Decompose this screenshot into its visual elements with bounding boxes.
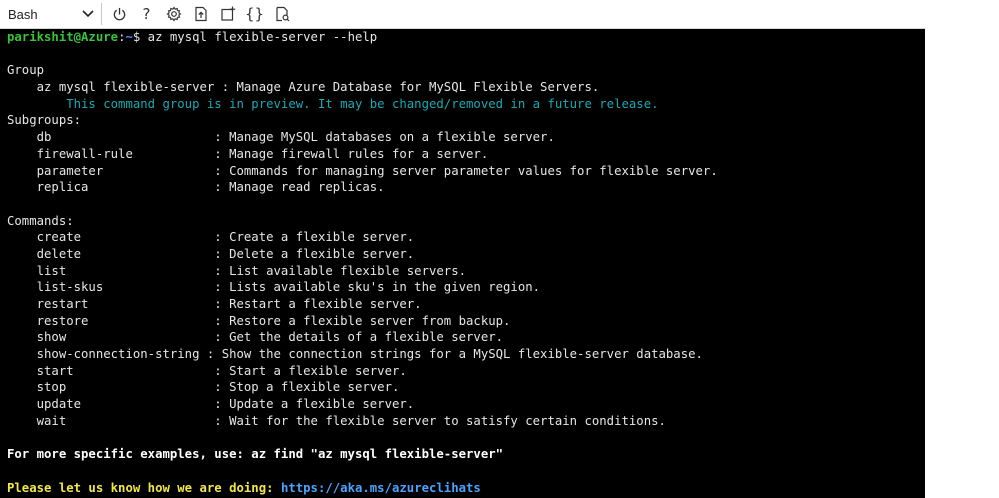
- blank-margin: [925, 0, 999, 498]
- group-description: az mysql flexible-server : Manage Azure …: [7, 80, 600, 95]
- subgroup-line: replica : Manage read replicas.: [7, 180, 385, 195]
- feedback-line: Please let us know how we are doing: htt…: [7, 480, 925, 497]
- command-line: list-skus : Lists available sku's in the…: [7, 280, 541, 295]
- help-icon[interactable]: ?: [133, 1, 160, 28]
- shell-selector[interactable]: Bash: [2, 1, 99, 27]
- command-line: create : Create a flexible server.: [7, 230, 415, 245]
- editor-icon[interactable]: {}: [241, 1, 268, 28]
- command-line: wait : Wait for the flexible server to s…: [7, 413, 666, 428]
- upload-download-icon[interactable]: [187, 1, 214, 28]
- subgroups-heading: Subgroups:: [7, 113, 82, 128]
- command-line: start : Start a flexible server.: [7, 363, 407, 378]
- prompt-path: ~: [125, 30, 133, 44]
- examples-hint: For more specific examples, use: az find…: [7, 447, 504, 462]
- command-line: delete : Delete a flexible server.: [7, 246, 415, 261]
- web-preview-icon[interactable]: [268, 1, 295, 28]
- feedback-label: Please let us know how we are doing:: [7, 480, 281, 495]
- command-text: az mysql flexible-server --help: [140, 30, 378, 44]
- commands-heading: Commands:: [7, 213, 74, 228]
- command-line: restore : Restore a flexible server from…: [7, 313, 511, 328]
- subgroup-line: firewall-rule : Manage firewall rules fo…: [7, 146, 489, 161]
- chevron-down-icon: [81, 7, 95, 22]
- cloud-shell-toolbar: Bash ? {}: [0, 0, 925, 29]
- command-line: restart : Restart a flexible server.: [7, 297, 422, 311]
- group-heading: Group: [7, 63, 45, 78]
- command-line: show-connection-string : Show the connec…: [7, 347, 703, 362]
- subgroup-line: parameter : Commands for managing server…: [7, 163, 718, 178]
- preview-notice: This command group is in preview. It may…: [7, 96, 659, 111]
- new-session-icon[interactable]: [214, 1, 241, 28]
- command-line: show : Get the details of a flexible ser…: [7, 330, 504, 345]
- command-line: list : List available flexible servers.: [7, 263, 467, 278]
- power-icon[interactable]: [106, 1, 133, 28]
- prompt-line: parikshit@Azure:~$ az mysql flexible-ser…: [7, 29, 925, 46]
- settings-icon[interactable]: [160, 1, 187, 28]
- command-line: update : Update a flexible server.: [7, 397, 415, 412]
- feedback-link[interactable]: https://aka.ms/azureclihats: [281, 481, 481, 495]
- shell-selector-label: Bash: [8, 6, 38, 22]
- toolbar-divider: [101, 3, 102, 25]
- subgroup-line: db : Manage MySQL databases on a flexibl…: [7, 130, 555, 145]
- prompt-user: parikshit@Azure: [7, 30, 119, 44]
- command-line: stop : Stop a flexible server.: [7, 380, 400, 395]
- terminal-output[interactable]: parikshit@Azure:~$ az mysql flexible-ser…: [0, 29, 925, 498]
